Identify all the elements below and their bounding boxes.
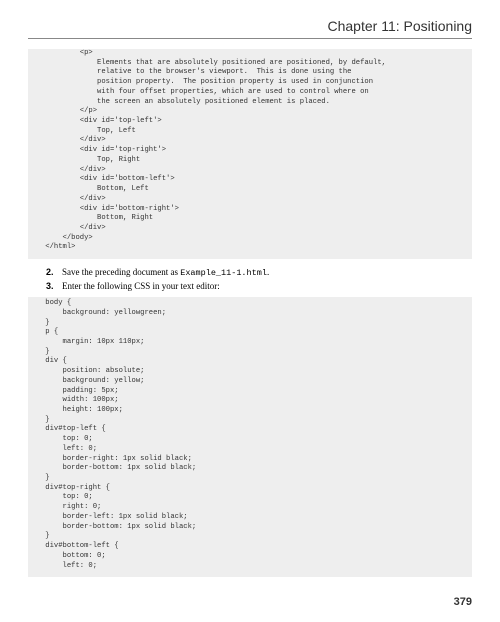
page-number: 379 — [454, 596, 472, 608]
step-2-filename: Example_11-1.html — [180, 268, 267, 278]
step-3: 3. Enter the following CSS in your text … — [46, 281, 472, 291]
chapter-header: Chapter 11: Positioning — [28, 18, 472, 39]
step-number: 3. — [46, 281, 62, 291]
step-number: 2. — [46, 267, 62, 278]
code-block-css: body { background: yellowgreen; } p { ma… — [28, 297, 472, 577]
step-text: Save the preceding document as Example_1… — [62, 267, 269, 278]
step-2-part-a: Save the preceding document as — [62, 267, 180, 277]
step-text: Enter the following CSS in your text edi… — [62, 281, 220, 291]
code-block-html: <p> Elements that are absolutely positio… — [28, 49, 472, 259]
step-2: 2. Save the preceding document as Exampl… — [46, 267, 472, 278]
steps-list: 2. Save the preceding document as Exampl… — [46, 267, 472, 291]
step-2-part-c: . — [267, 267, 269, 277]
